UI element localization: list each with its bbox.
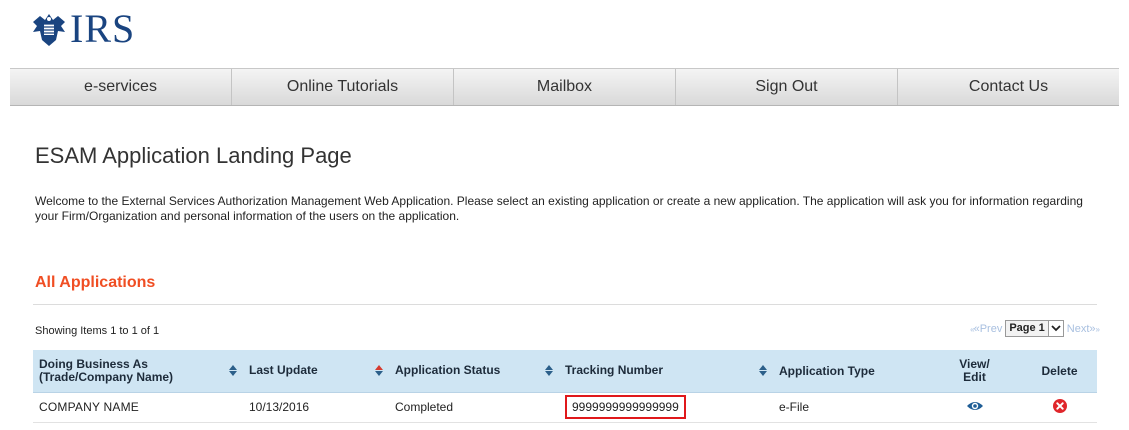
column-label-status: Application Status — [395, 363, 501, 378]
sort-icon[interactable] — [545, 365, 553, 377]
column-header-last-update[interactable]: Last Update — [243, 350, 389, 393]
column-header-status[interactable]: Application Status — [389, 350, 559, 393]
eagle-emblem-icon — [30, 10, 68, 48]
column-label-delete: Delete — [1041, 363, 1078, 378]
column-label-company: Doing Business As (Trade/Company Name) — [39, 356, 174, 384]
cell-company: COMPANY NAME — [33, 392, 243, 423]
prev-page-label: «Prev — [973, 322, 1003, 335]
column-label-last-update: Last Update — [249, 363, 318, 378]
column-header-view-edit: View/ Edit — [927, 350, 1022, 393]
section-divider — [33, 304, 1097, 305]
eye-icon[interactable] — [966, 400, 984, 412]
prev-page-link[interactable]: ««Prev — [970, 323, 1002, 335]
nav-item-sign-out[interactable]: Sign Out — [676, 69, 898, 105]
table-header-row: Doing Business As (Trade/Company Name) L… — [33, 350, 1097, 393]
next-page-link[interactable]: Next»» — [1066, 322, 1101, 335]
sort-icon[interactable] — [759, 365, 767, 377]
table-row: COMPANY NAME 10/13/2016 Completed 999999… — [33, 392, 1097, 423]
main-nav: e-services Online Tutorials Mailbox Sign… — [10, 68, 1119, 106]
page-select-value: Page 1 — [1009, 322, 1045, 334]
cell-application-type: e-File — [773, 392, 927, 423]
column-header-delete: Delete — [1022, 350, 1097, 393]
sort-icon-active[interactable] — [375, 365, 383, 377]
column-label-application-type: Application Type — [779, 363, 875, 378]
pager: ««Prev Page 1 Next»» — [970, 320, 1101, 337]
cell-delete — [1022, 392, 1097, 423]
cell-view-edit — [927, 392, 1022, 423]
logo-wordmark: IRS — [70, 6, 136, 51]
tracking-number-value: 9999999999999999 — [565, 395, 686, 419]
double-chevron-right-icon: » — [1095, 324, 1101, 334]
page-select[interactable]: Page 1 — [1005, 320, 1064, 337]
sort-icon[interactable] — [229, 365, 237, 377]
column-header-tracking-number[interactable]: Tracking Number — [559, 350, 773, 393]
nav-item-mailbox[interactable]: Mailbox — [454, 69, 676, 105]
delete-x-icon[interactable] — [1052, 398, 1067, 413]
page-title: ESAM Application Landing Page — [35, 143, 352, 168]
cell-status: Completed — [389, 392, 559, 423]
column-label-view-edit: View/ Edit — [959, 356, 990, 384]
applications-table: Doing Business As (Trade/Company Name) L… — [33, 350, 1097, 423]
next-page-label: Next» — [1066, 322, 1096, 335]
intro-text: Welcome to the External Services Authori… — [35, 194, 1083, 223]
cell-last-update: 10/13/2016 — [243, 392, 389, 423]
chevron-down-icon — [1047, 321, 1063, 336]
irs-logo: IRS — [30, 8, 135, 50]
section-title-all-applications: All Applications — [35, 274, 156, 291]
items-count-text: Showing Items 1 to 1 of 1 — [35, 325, 160, 337]
column-header-company[interactable]: Doing Business As (Trade/Company Name) — [33, 350, 243, 393]
nav-item-online-tutorials[interactable]: Online Tutorials — [232, 69, 454, 105]
column-label-tracking-number: Tracking Number — [565, 363, 664, 378]
cell-tracking-number: 9999999999999999 — [559, 392, 773, 423]
nav-item-e-services[interactable]: e-services — [10, 69, 232, 105]
nav-item-contact-us[interactable]: Contact Us — [898, 69, 1119, 105]
column-header-application-type: Application Type — [773, 350, 927, 393]
